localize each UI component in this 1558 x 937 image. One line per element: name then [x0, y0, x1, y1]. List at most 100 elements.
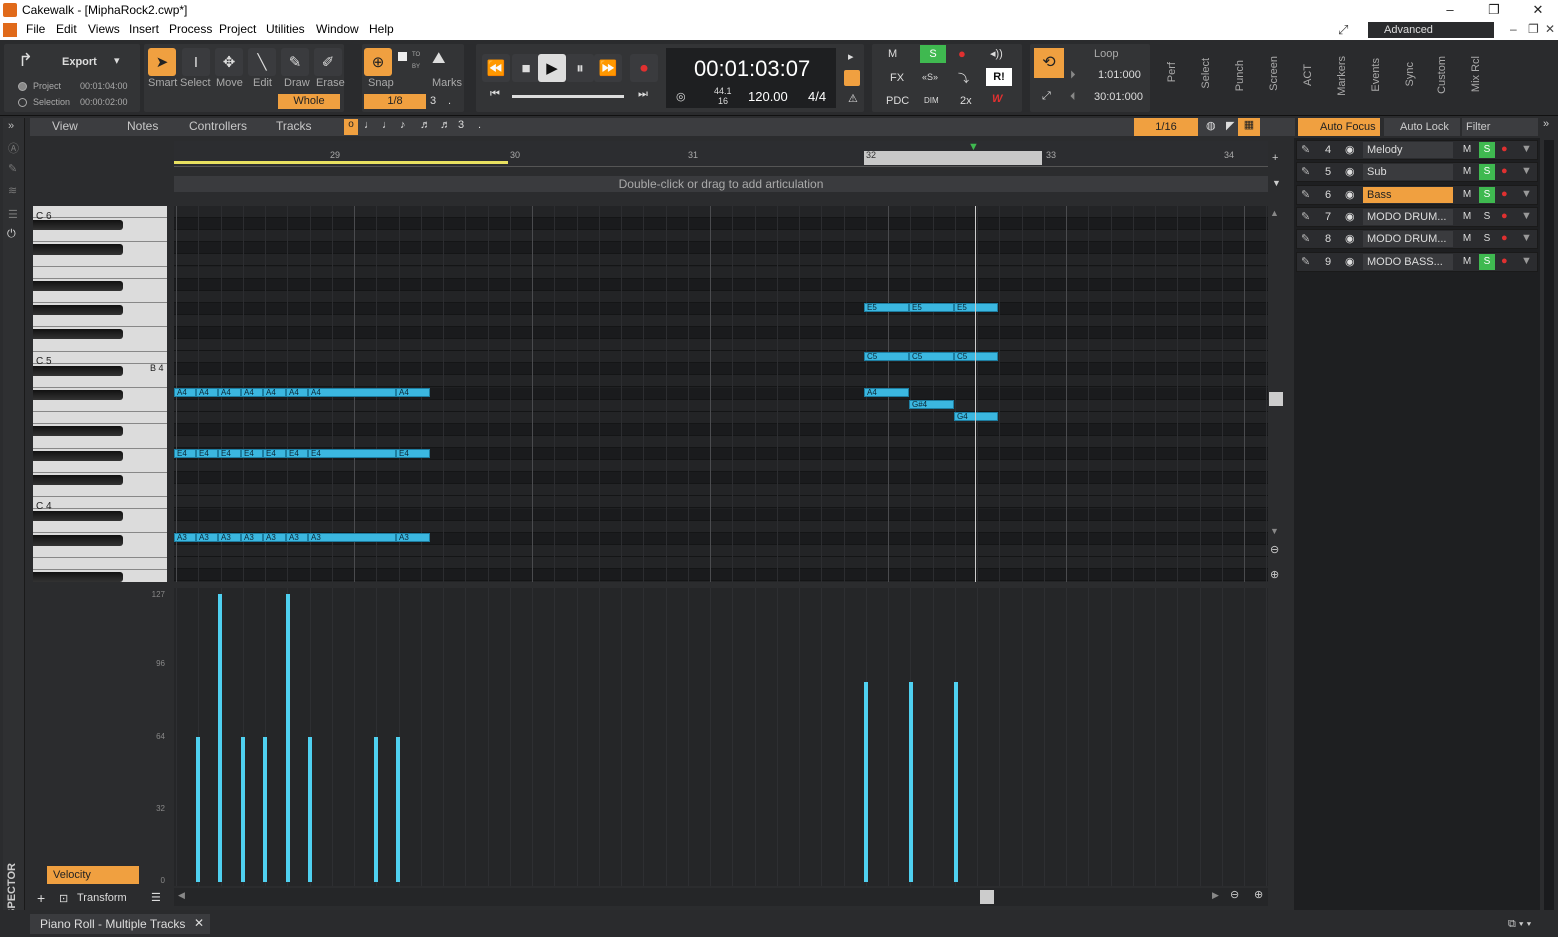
horizontal-scroll-thumb[interactable] — [980, 890, 994, 904]
note-event[interactable]: E4 — [218, 449, 241, 458]
black-key[interactable] — [33, 305, 123, 316]
velocity-bar[interactable] — [218, 594, 222, 882]
meter-value[interactable]: 4/4 — [808, 89, 826, 104]
note-event[interactable]: A4 — [196, 388, 218, 397]
filter-button[interactable]: Filter — [1462, 118, 1538, 136]
menu-help[interactable]: Help — [369, 22, 394, 36]
note-event[interactable]: E4 — [396, 449, 430, 458]
white-key[interactable] — [33, 315, 167, 328]
fast-forward-icon[interactable]: ⏩ — [594, 54, 622, 82]
module-tab-custom[interactable]: Custom — [1436, 56, 1448, 94]
restore-button[interactable]: ❐ — [1486, 2, 1502, 18]
grid-icon[interactable]: ▦ — [1238, 118, 1260, 136]
filter-icon[interactable]: ▼ — [1521, 165, 1532, 177]
articulation-collapse-icon[interactable]: ▼ — [1272, 178, 1281, 188]
snap-icon[interactable]: ⊕ — [364, 48, 392, 76]
mute-all-button[interactable]: M — [888, 48, 897, 60]
track-row[interactable]: ✎ 8 ◉ MODO DRUM... M S ● ▼ — [1296, 229, 1538, 250]
velocity-lane-label[interactable]: Velocity — [47, 866, 139, 884]
pdc-button[interactable]: PDC — [886, 95, 909, 107]
mute-button[interactable]: M — [1459, 142, 1475, 158]
loop-end-icon[interactable]: ⏴ — [1070, 91, 1076, 104]
close-button[interactable]: ✕ — [1530, 2, 1546, 18]
expand-inspector-icon[interactable]: » — [8, 120, 14, 132]
note-event[interactable]: G4 — [954, 412, 998, 421]
loop-fit-icon[interactable]: ⤢ — [1042, 90, 1051, 103]
note-event[interactable]: E5 — [864, 303, 909, 312]
erase-tool-icon[interactable]: ✐ — [314, 48, 342, 76]
solo-button[interactable]: S — [1479, 164, 1495, 181]
solo-button[interactable]: S — [1479, 186, 1495, 203]
note-event[interactable]: A4 — [241, 388, 263, 397]
module-tab-select[interactable]: Select — [1200, 58, 1212, 89]
play-options-icon[interactable]: ▸ — [848, 50, 854, 63]
hzoom-out-icon[interactable]: ⊖ — [1230, 888, 1239, 901]
note-event[interactable]: A3 — [396, 533, 430, 542]
snap-value[interactable]: 1/8 — [364, 94, 426, 109]
black-key[interactable] — [33, 280, 123, 291]
track-row[interactable]: ✎ 4 ◉ Melody M S ● ▼ — [1296, 140, 1538, 160]
select-tool-icon[interactable]: I — [182, 48, 210, 76]
horizontal-scrollbar[interactable]: ◀ ▶ ⊖ ⊕ — [174, 888, 1268, 906]
dim-button[interactable]: DIM — [924, 96, 939, 105]
track-scrollbar[interactable] — [1544, 140, 1554, 910]
velocity-bar[interactable] — [286, 594, 290, 882]
filter-icon[interactable]: ▼ — [1521, 210, 1532, 222]
snap-triplet[interactable]: 3 — [430, 95, 436, 107]
whole-button[interactable]: Whole — [278, 94, 340, 109]
close-doc-icon[interactable]: ✕ — [1545, 22, 1555, 36]
white-key[interactable] — [33, 546, 167, 558]
white-key[interactable] — [33, 267, 167, 279]
filter-icon[interactable]: ▼ — [1521, 232, 1532, 244]
white-key[interactable] — [33, 230, 167, 243]
white-key[interactable] — [33, 412, 167, 425]
note-event[interactable]: C5 — [909, 352, 954, 361]
track-name[interactable]: MODO DRUM... — [1363, 231, 1453, 248]
fx-button[interactable]: FX — [890, 72, 904, 84]
close-tab-icon[interactable]: ✕ — [194, 916, 204, 930]
solo-button[interactable]: S — [1479, 253, 1495, 270]
black-key[interactable] — [33, 389, 123, 401]
scroll-left-icon[interactable]: ◀ — [178, 890, 185, 901]
collapse-panel-icon[interactable]: » — [1543, 118, 1549, 130]
tracks-menu[interactable]: Tracks — [276, 119, 312, 135]
transform-icon[interactable]: ⊡ — [59, 892, 68, 905]
snap-dot[interactable]: . — [448, 95, 451, 107]
black-key[interactable] — [33, 450, 123, 461]
track-edit-icon[interactable]: ✎ — [1301, 188, 1310, 201]
record-icon[interactable]: ⏺ — [630, 54, 658, 82]
note-event[interactable]: E5 — [909, 303, 954, 312]
articulation-lane[interactable]: Double-click or drag to add articulation — [174, 176, 1268, 192]
white-key[interactable] — [33, 485, 167, 498]
expand-icon[interactable]: ⤢ — [1338, 22, 1348, 38]
vertical-scroll-thumb[interactable] — [1269, 392, 1283, 406]
black-key[interactable] — [33, 329, 123, 340]
pen-icon[interactable]: ✎ — [8, 162, 17, 175]
module-tab-act[interactable]: ACT — [1302, 64, 1314, 86]
thirtysecond-note-icon[interactable]: ♬ — [440, 119, 451, 131]
track-name[interactable]: MODO BASS... — [1363, 253, 1453, 270]
white-key[interactable] — [33, 497, 167, 510]
menu-utilities[interactable]: Utilities — [266, 22, 305, 36]
menu-views[interactable]: Views — [88, 22, 120, 36]
marks-icon[interactable]: ⛰ — [432, 50, 445, 68]
go-to-end-icon[interactable]: ⏭ — [638, 88, 648, 101]
triplet-button[interactable]: 3 — [458, 119, 464, 131]
scroll-down-icon[interactable]: ▼ — [1270, 526, 1279, 536]
scroll-up-icon[interactable]: ▲ — [1270, 208, 1279, 218]
velocity-bar[interactable] — [909, 682, 913, 882]
menu-edit[interactable]: Edit — [56, 22, 77, 36]
record-arm-icon[interactable]: ● — [1501, 210, 1508, 222]
mute-button[interactable]: M — [1459, 209, 1475, 225]
controllers-menu[interactable]: Controllers — [189, 119, 247, 135]
note-event[interactable]: A3 — [174, 533, 196, 542]
note-event[interactable]: E4 — [263, 449, 286, 458]
white-key[interactable] — [33, 376, 167, 388]
velocity-bar[interactable] — [864, 682, 868, 882]
quarter-note-icon[interactable]: ♩ — [382, 119, 393, 131]
pr-snap-value[interactable]: 1/16 — [1134, 118, 1198, 136]
notes-menu[interactable]: Notes — [127, 119, 158, 135]
velocity-lane[interactable] — [174, 588, 1268, 886]
piano-keyboard[interactable] — [33, 206, 167, 582]
menu-project[interactable]: Project — [219, 22, 256, 36]
